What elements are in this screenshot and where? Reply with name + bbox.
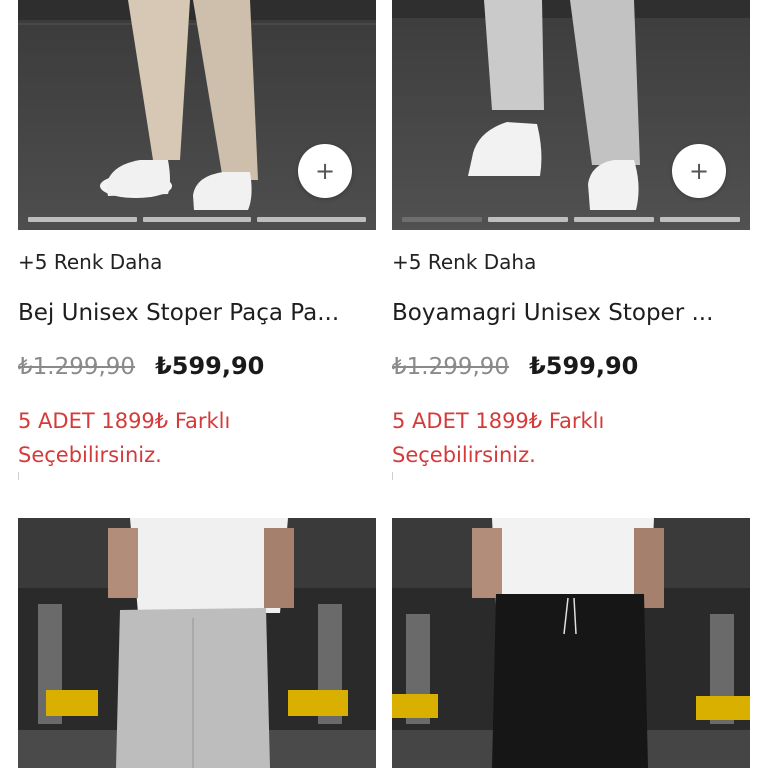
plus-icon: + xyxy=(688,157,710,185)
add-to-cart-button[interactable]: + xyxy=(672,144,726,198)
product-card[interactable]: + +5 Renk Daha Bej Unisex Stoper Paça Pa… xyxy=(18,0,376,480)
product-card[interactable]: + +5 Renk Daha Boyamagri Unisex Stoper .… xyxy=(392,0,750,480)
promo-text: 5 ADET 1899₺ Farklı Seçebilirsiniz. xyxy=(18,409,231,467)
product-image[interactable] xyxy=(392,518,750,768)
product-image[interactable]: + xyxy=(392,0,750,230)
plus-icon: + xyxy=(314,157,336,185)
product-card[interactable] xyxy=(392,518,750,768)
old-price: ₺1.299,90 xyxy=(18,354,136,380)
product-card[interactable] xyxy=(18,518,376,768)
carousel-dot[interactable] xyxy=(28,217,137,222)
price-row: ₺1.299,90 ₺599,90 xyxy=(392,352,638,380)
price-row: ₺1.299,90 ₺599,90 xyxy=(18,352,264,380)
carousel-dot[interactable] xyxy=(574,217,654,222)
current-price: ₺599,90 xyxy=(529,352,639,380)
product-name[interactable]: Bej Unisex Stoper Paça Pa... xyxy=(18,300,376,326)
product-image[interactable] xyxy=(18,518,376,768)
product-image[interactable]: + xyxy=(18,0,376,230)
carousel-dot[interactable] xyxy=(142,217,252,222)
add-to-cart-button[interactable]: + xyxy=(298,144,352,198)
more-colors-label[interactable]: +5 Renk Daha xyxy=(18,250,162,274)
carousel-dot[interactable] xyxy=(488,217,568,222)
promo-text: 5 ADET 1899₺ Farklı Seçebilirsiniz. xyxy=(392,409,605,467)
carousel-dot[interactable] xyxy=(257,217,367,222)
current-price: ₺599,90 xyxy=(155,352,265,380)
image-carousel-indicator xyxy=(402,217,740,222)
carousel-dot[interactable] xyxy=(660,217,740,222)
image-carousel-indicator xyxy=(28,217,367,222)
more-colors-label[interactable]: +5 Renk Daha xyxy=(392,250,536,274)
product-name[interactable]: Boyamagri Unisex Stoper ... xyxy=(392,300,750,326)
old-price: ₺1.299,90 xyxy=(392,354,510,380)
divider xyxy=(18,472,19,480)
carousel-dot[interactable] xyxy=(402,217,482,222)
divider xyxy=(392,472,393,480)
